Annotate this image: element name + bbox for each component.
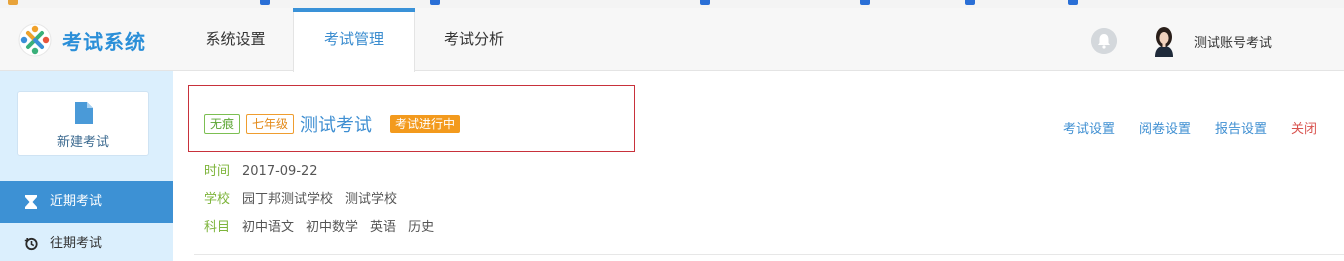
history-icon [24,237,38,251]
document-icon [75,102,93,124]
exam-title-row: 无痕 七年级 测试考试 考试进行中 [204,111,461,137]
hourglass-icon [25,195,37,209]
report-settings-link[interactable]: 报告设置 [1215,118,1267,137]
sidebar: 新建考试 近期考试 往期考试 [0,71,173,261]
time-value: 2017-09-22 [242,164,318,179]
bookmark-item[interactable] [260,0,273,6]
new-exam-button[interactable]: 新建考试 [17,91,149,156]
bookmark-item[interactable] [700,0,713,6]
school-name: 测试学校 [345,192,398,207]
new-exam-label: 新建考试 [56,135,109,150]
time-label: 时间 [204,164,231,179]
tag-traceless: 无痕 [204,114,241,134]
tab-exam-management[interactable]: 考试管理 [293,8,415,72]
user-avatar[interactable] [1151,25,1177,57]
bookmark-item[interactable] [860,0,873,6]
status-badge: 考试进行中 [390,115,461,133]
exam-title[interactable]: 测试考试 [300,111,372,137]
subject-label: 科目 [204,220,231,235]
bookmark-item[interactable] [430,0,443,6]
exam-school-row: 学校 园丁邦测试学校 测试学校 [204,188,409,207]
sidebar-item-past-exams[interactable]: 往期考试 [0,223,173,261]
top-header: 考试系统 系统设置 考试管理 考试分析 测试账号考试 [0,8,1344,72]
logo-icon [18,23,52,57]
subject-name: 初中数学 [306,220,359,235]
browser-bookmarks-bar [0,0,1344,8]
notification-bell-icon[interactable] [1091,28,1117,54]
app-logo[interactable]: 考试系统 [18,21,146,59]
school-label: 学校 [204,192,231,207]
divider [194,254,1344,255]
school-name: 园丁邦测试学校 [242,192,334,207]
user-name[interactable]: 测试账号考试 [1194,32,1272,51]
subject-name: 初中语文 [242,220,295,235]
close-link[interactable]: 关闭 [1291,118,1317,137]
logo-text: 考试系统 [62,29,146,54]
tag-grade: 七年级 [246,114,295,134]
bookmark-item[interactable] [965,0,978,6]
bookmark-item[interactable] [8,0,21,6]
sidebar-item-label: 往期考试 [50,236,103,251]
sidebar-item-recent-exams[interactable]: 近期考试 [0,181,173,223]
marking-settings-link[interactable]: 阅卷设置 [1139,118,1191,137]
exam-time-row: 时间 2017-09-22 [204,160,330,179]
sidebar-item-label: 近期考试 [50,194,103,209]
bookmark-item[interactable] [1068,0,1081,6]
tab-exam-analysis[interactable]: 考试分析 [415,8,533,71]
tab-system-settings[interactable]: 系统设置 [177,8,294,71]
subject-name: 历史 [408,220,435,235]
exam-subject-row: 科目 初中语文 初中数学 英语 历史 [204,216,446,235]
exam-settings-link[interactable]: 考试设置 [1063,118,1115,137]
subject-name: 英语 [370,220,397,235]
